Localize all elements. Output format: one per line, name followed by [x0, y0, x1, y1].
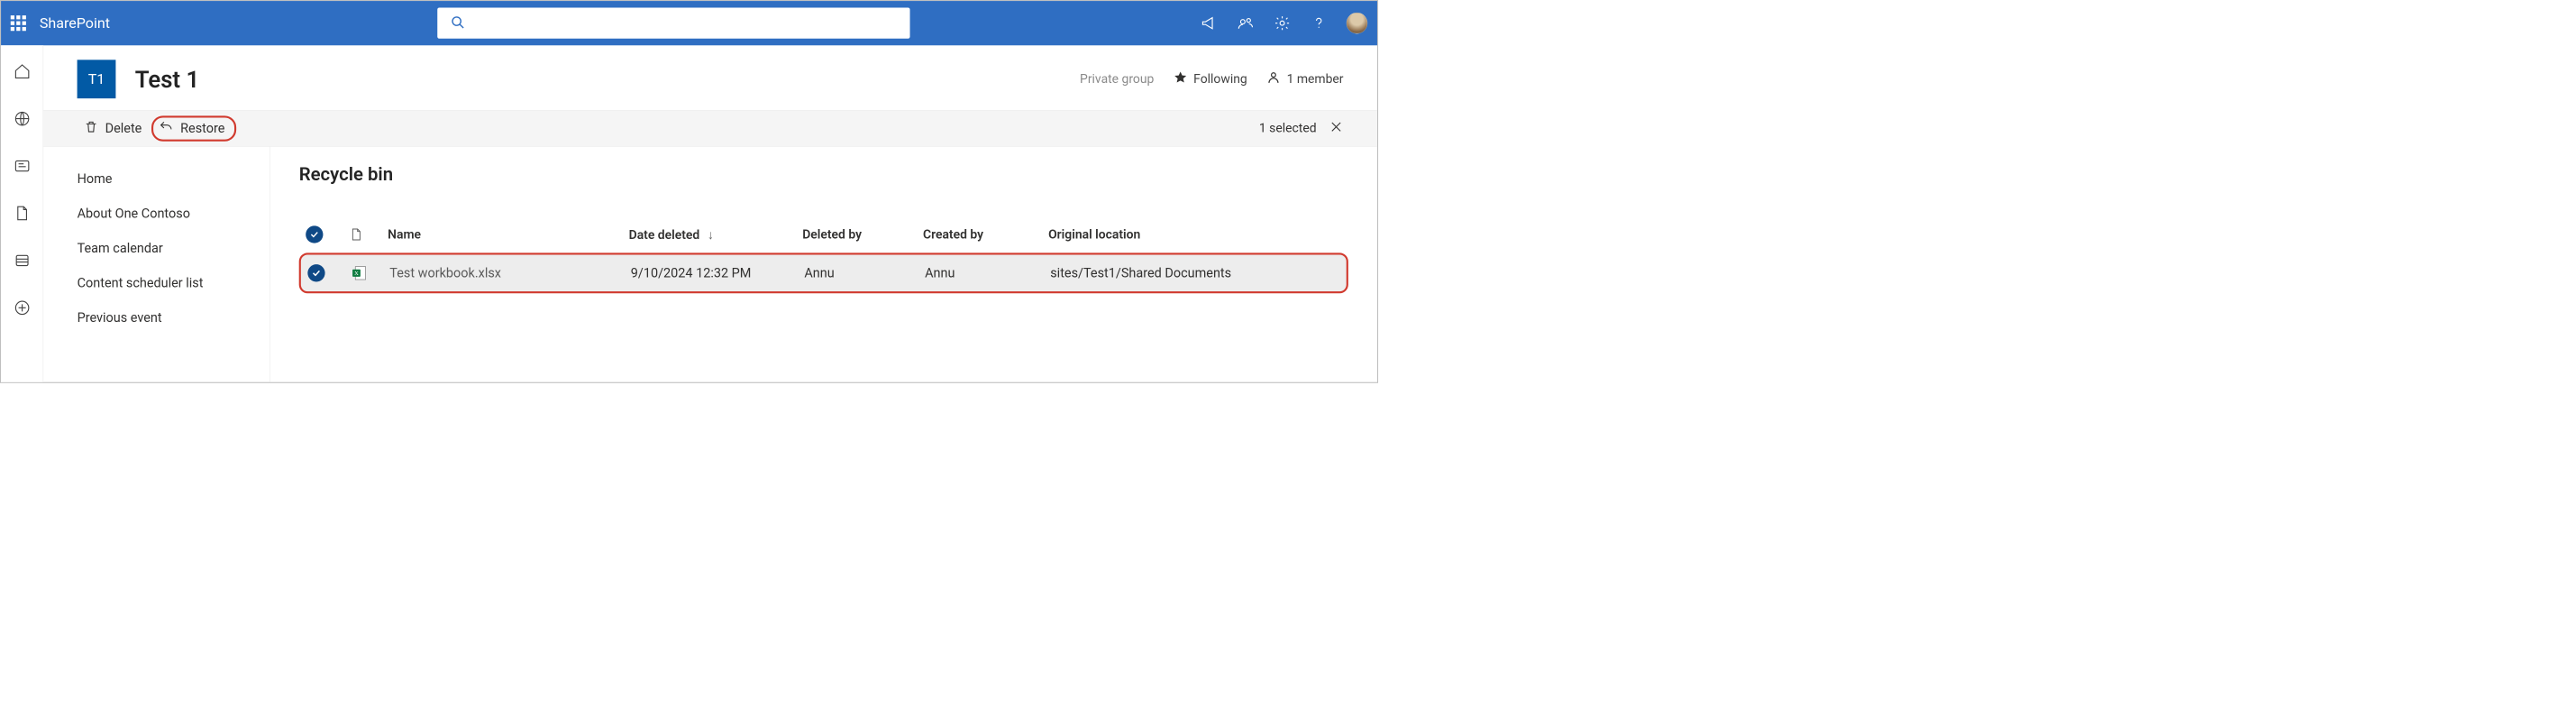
members-label: 1 member — [1287, 72, 1344, 87]
search-input[interactable] — [474, 15, 898, 31]
cell-deleted-by: Annu — [804, 265, 925, 280]
megaphone-icon[interactable] — [1200, 14, 1218, 32]
nav-item-previous-event[interactable]: Previous event — [43, 300, 269, 335]
cell-created-by: Annu — [925, 265, 1050, 280]
sort-down-icon: ↓ — [708, 227, 714, 242]
cell-name: Test workbook.xlsx — [389, 265, 631, 280]
app-rail — [1, 45, 43, 381]
nav-item-content-scheduler[interactable]: Content scheduler list — [43, 265, 269, 300]
search-box[interactable] — [437, 8, 909, 39]
search-icon — [450, 14, 465, 32]
trash-icon — [84, 119, 98, 137]
restore-label: Restore — [180, 121, 224, 136]
table-header: Name Date deleted ↓ Deleted by Created b… — [299, 219, 1348, 250]
column-name[interactable]: Name — [388, 227, 629, 242]
cell-date-deleted: 9/10/2024 12:32 PM — [631, 265, 805, 280]
command-bar: Delete Restore 1 selected — [43, 110, 1377, 147]
column-deleted-by[interactable]: Deleted by — [802, 227, 923, 242]
restore-button[interactable]: Restore — [151, 115, 236, 141]
delete-button[interactable]: Delete — [78, 116, 149, 140]
members-button[interactable]: 1 member — [1266, 70, 1343, 88]
main: T1 Test 1 Private group Following 1 memb… — [43, 45, 1377, 381]
select-all-checkbox[interactable] — [306, 225, 349, 243]
site-header: T1 Test 1 Private group Following 1 memb… — [43, 45, 1377, 110]
content: Recycle bin Name Date deleted ↓ — [270, 147, 1377, 382]
header-actions — [1200, 13, 1367, 34]
suite-header: SharePoint — [1, 1, 1377, 45]
site-logo: T1 — [78, 60, 116, 98]
brand-link[interactable]: SharePoint — [40, 14, 110, 32]
table-row[interactable]: X Test workbook.xlsx 9/10/2024 12:32 PM … — [299, 252, 1348, 293]
following-button[interactable]: Following — [1174, 70, 1247, 88]
people-icon[interactable] — [1237, 14, 1255, 32]
nav-item-team-calendar[interactable]: Team calendar — [43, 231, 269, 266]
excel-file-icon: X — [351, 264, 368, 281]
undo-icon — [160, 119, 174, 137]
list-icon[interactable] — [11, 249, 34, 272]
svg-text:X: X — [354, 271, 359, 277]
globe-icon[interactable] — [11, 107, 34, 131]
person-icon — [1266, 70, 1281, 88]
page-title: Recycle bin — [299, 164, 1348, 186]
following-label: Following — [1193, 72, 1247, 87]
site-nav: Home About One Contoso Team calendar Con… — [43, 147, 269, 382]
cell-original-location: sites/Test1/Shared Documents — [1050, 265, 1339, 280]
news-icon[interactable] — [11, 154, 34, 178]
check-circle-icon — [306, 225, 323, 243]
document-icon[interactable] — [11, 202, 34, 225]
add-icon[interactable] — [11, 296, 34, 319]
recycle-bin-table: Name Date deleted ↓ Deleted by Created b… — [299, 219, 1348, 293]
file-type-column-icon[interactable] — [349, 225, 388, 243]
selected-count: 1 selected — [1259, 121, 1317, 135]
home-icon[interactable] — [11, 60, 34, 83]
user-avatar[interactable] — [1347, 13, 1368, 34]
clear-selection-button[interactable] — [1329, 119, 1343, 137]
star-icon — [1174, 70, 1188, 88]
delete-label: Delete — [105, 121, 142, 136]
nav-item-about[interactable]: About One Contoso — [43, 196, 269, 231]
settings-gear-icon[interactable] — [1273, 14, 1291, 32]
app-launcher-icon[interactable] — [11, 15, 26, 31]
column-date-deleted[interactable]: Date deleted ↓ — [629, 227, 803, 243]
site-meta: Private group Following 1 member — [1080, 70, 1343, 88]
nav-item-home[interactable]: Home — [43, 161, 269, 197]
column-created-by[interactable]: Created by — [923, 227, 1048, 242]
help-icon[interactable] — [1310, 14, 1328, 32]
site-title: Test 1 — [135, 65, 199, 92]
check-circle-icon — [307, 264, 324, 281]
column-original-location[interactable]: Original location — [1048, 227, 1338, 242]
privacy-label: Private group — [1080, 72, 1154, 87]
row-checkbox[interactable] — [307, 264, 351, 281]
page-body: Home About One Contoso Team calendar Con… — [43, 147, 1377, 382]
